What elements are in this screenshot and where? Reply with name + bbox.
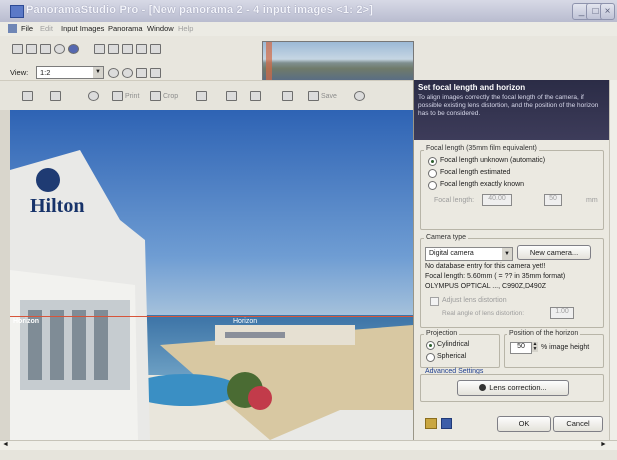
pencil-icon[interactable]: [22, 91, 33, 101]
camera-select-value: Digital camera: [429, 250, 474, 257]
panorama-image[interactable]: Hilton: [10, 110, 413, 440]
menu-help[interactable]: Help: [178, 24, 193, 33]
redo-icon[interactable]: [136, 44, 147, 54]
stitch-icon[interactable]: [94, 44, 105, 54]
folder-icon[interactable]: [425, 418, 437, 429]
radio-focal-unknown[interactable]: [428, 157, 437, 166]
print-icon[interactable]: [112, 91, 123, 101]
status-bar: [0, 450, 617, 460]
help-icon[interactable]: [68, 44, 79, 54]
scroll-right-icon[interactable]: ►: [600, 441, 607, 448]
lens-icon: [479, 384, 487, 391]
panorama-thumbnail[interactable]: [262, 41, 414, 81]
chevron-down-icon: ▼: [93, 67, 103, 78]
scissors-icon[interactable]: [150, 91, 161, 101]
zoom-out-icon[interactable]: [122, 68, 133, 78]
brush-icon[interactable]: [282, 91, 293, 101]
undo-icon[interactable]: [122, 44, 133, 54]
camera-db-line3: OLYMPUS OPTICAL ..., C990Z,D490Z: [425, 283, 546, 290]
camera-select[interactable]: Digital camera ▼: [425, 247, 513, 261]
horizon-position-group-label: Position of the horizon: [507, 330, 581, 337]
lens-correction-label: Lens correction...: [489, 383, 547, 392]
close-button[interactable]: ×: [600, 3, 615, 20]
adjust-icon[interactable]: [226, 91, 237, 101]
window-title: PanoramaStudio Pro - [New panorama 2 - 4…: [26, 4, 374, 16]
focal-unknown-label: Focal length unknown (automatic): [440, 157, 546, 164]
camera-db-line2: Focal length: 5.60mm ( = ?? in 35mm form…: [425, 273, 566, 280]
view-select[interactable]: 1:2 ▼: [36, 66, 104, 79]
focal-known-label: Focal length exactly known: [440, 181, 525, 188]
menu-window[interactable]: Window: [147, 24, 174, 33]
export-icon[interactable]: [150, 44, 161, 54]
panel-title: Set focal length and horizon: [418, 83, 526, 92]
app-icon: [10, 5, 24, 18]
lens-angle-field[interactable]: 1.00: [550, 307, 574, 319]
menu-bar: File Edit Input Images Panorama Window H…: [0, 22, 617, 36]
focal-estimated-label: Focal length estimated: [440, 169, 511, 176]
crop-label: Crop: [163, 93, 179, 100]
new-icon[interactable]: [12, 44, 23, 54]
thumbnail-marker: [266, 42, 272, 80]
lens-correction-button[interactable]: Lens correction...: [457, 380, 569, 396]
focal-to-field[interactable]: 50: [544, 194, 562, 206]
crop-icon[interactable]: [196, 91, 207, 101]
refresh-icon[interactable]: [354, 91, 365, 101]
left-rail: [0, 110, 10, 440]
new-camera-button[interactable]: New camera...: [517, 245, 591, 260]
rotate-icon[interactable]: [108, 44, 119, 54]
lens-angle-label: Real angle of lens distortion:: [442, 310, 525, 317]
projection-group-label: Projection: [424, 330, 460, 337]
panorama-scene: [10, 110, 413, 440]
print-label: Print: [125, 93, 140, 100]
panel-description: To align images correctly the focal leng…: [418, 94, 599, 117]
radio-focal-estimated[interactable]: [428, 169, 437, 178]
focal-length-group-label: Focal length (35mm film equivalent): [424, 145, 539, 152]
vertical-scrollbar[interactable]: [609, 80, 617, 440]
horizon-spin-icon[interactable]: ▲ ▼: [532, 342, 538, 352]
horizon-position-field[interactable]: 50: [510, 342, 532, 354]
disk-icon[interactable]: [308, 91, 319, 101]
view-select-value: 1:2: [40, 68, 51, 77]
doc-icon: [8, 24, 17, 33]
camera-type-group-label: Camera type: [424, 234, 469, 241]
horizon-label-left: Horizon: [13, 318, 40, 325]
horizon-unit: % image height: [541, 344, 590, 351]
zoom-in-icon[interactable]: [108, 68, 119, 78]
image-toolbar: Print Crop Save: [0, 80, 413, 112]
menu-panorama[interactable]: Panorama: [108, 24, 143, 33]
projection-group: [420, 334, 500, 368]
info-icon[interactable]: [54, 44, 65, 54]
focal-unit: mm: [586, 197, 598, 204]
lens-distortion-label: Adjust lens distortion: [442, 297, 507, 304]
scroll-left-icon[interactable]: ◄: [2, 441, 9, 448]
radio-spherical[interactable]: [426, 353, 435, 362]
cylindrical-label: Cylindrical: [437, 341, 470, 348]
horizon-label-mid: Horizon: [233, 318, 258, 325]
open-icon[interactable]: [26, 44, 37, 54]
save-icon[interactable]: [40, 44, 51, 54]
menu-file[interactable]: File: [21, 24, 33, 33]
image-icon[interactable]: [250, 91, 261, 101]
cancel-button[interactable]: Cancel: [553, 416, 603, 432]
ok-button[interactable]: OK: [497, 416, 551, 432]
frame-icon[interactable]: [50, 91, 61, 101]
menu-input-images[interactable]: Input Images: [61, 24, 104, 33]
focal-range-label: Focal length:: [434, 197, 475, 204]
grid-icon[interactable]: [150, 68, 161, 78]
menu-edit[interactable]: Edit: [40, 24, 53, 33]
horizon-line[interactable]: [10, 316, 413, 317]
focal-from-field[interactable]: 40.00: [482, 194, 512, 206]
lens-distortion-checkbox[interactable]: [430, 297, 439, 306]
camera-db-line1: No database entry for this camera yet!!: [425, 263, 546, 270]
spherical-label: Spherical: [437, 353, 467, 360]
chevron-down-icon: ▼: [502, 248, 512, 260]
save-settings-icon[interactable]: [441, 418, 452, 429]
camera-icon[interactable]: [88, 91, 99, 101]
radio-focal-known[interactable]: [428, 181, 437, 190]
fit-icon[interactable]: [136, 68, 147, 78]
view-label: View:: [10, 68, 29, 77]
save-label: Save: [321, 93, 337, 100]
hotel-sign: Hilton: [30, 195, 85, 217]
radio-cylindrical[interactable]: [426, 341, 435, 350]
